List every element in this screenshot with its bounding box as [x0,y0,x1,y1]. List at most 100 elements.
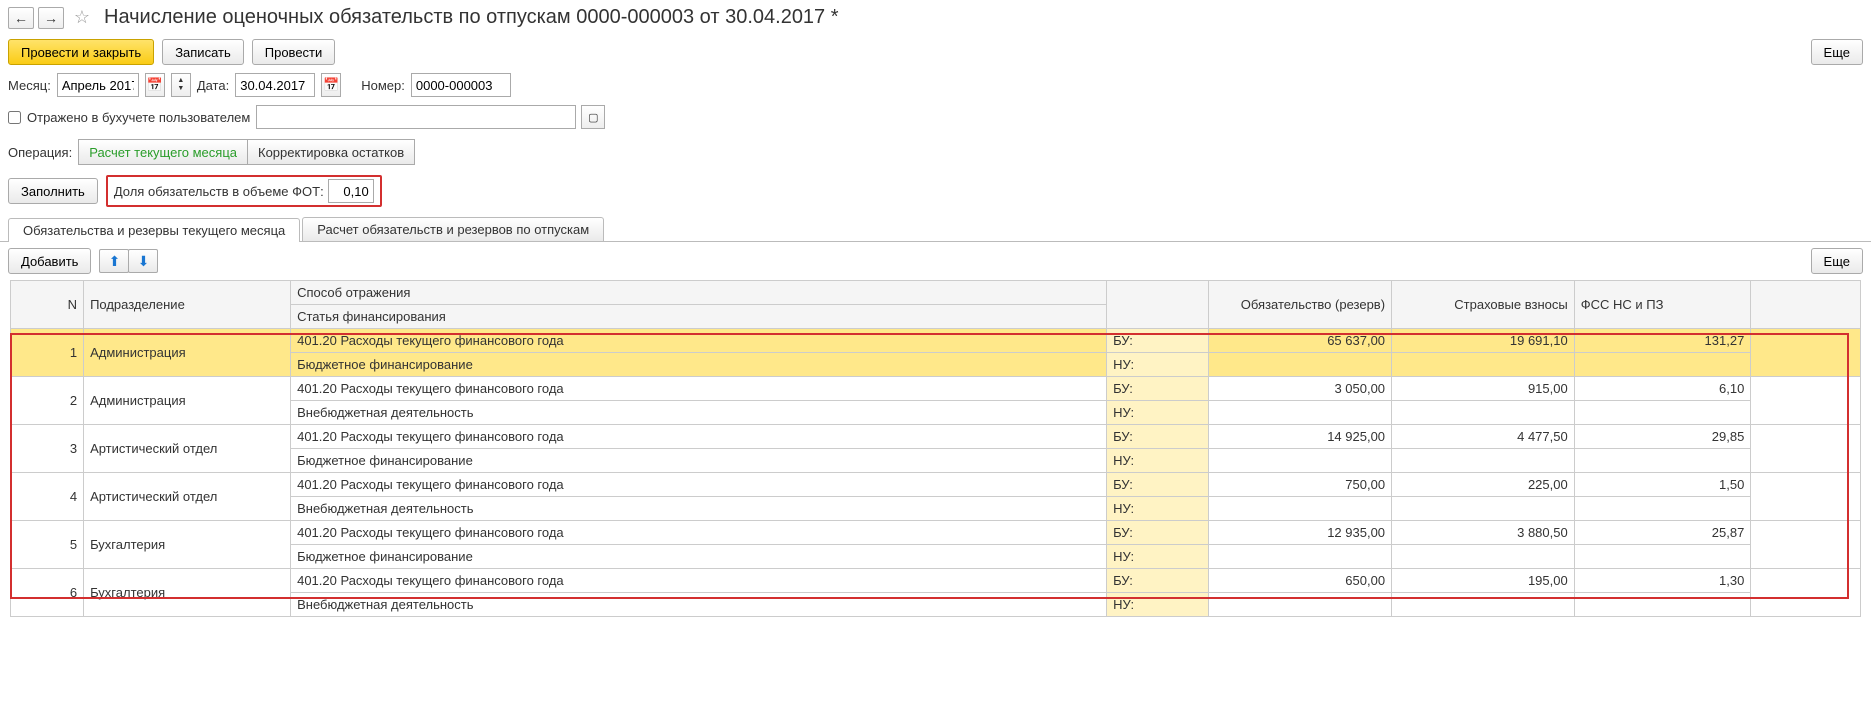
share-highlight: Доля обязательств в объеме ФОТ: [106,175,382,207]
cell-liab: 14 925,00 [1209,425,1392,449]
cell-dep: Администрация [84,329,291,377]
cell-n: 1 [11,329,84,377]
cell-ins-nu [1392,593,1575,617]
col-scroll [1751,281,1861,329]
add-button[interactable]: Добавить [8,248,91,274]
cell-bu: БУ: [1107,473,1209,497]
cell-fss: 29,85 [1574,425,1751,449]
cell-bu: БУ: [1107,329,1209,353]
reflected-checkbox[interactable] [8,111,21,124]
share-label: Доля обязательств в объеме ФОТ: [114,184,324,199]
cell-finance: Внебюджетная деятельность [291,401,1107,425]
cell-fss-nu [1574,353,1751,377]
cell-fss-nu [1574,593,1751,617]
move-up-button[interactable]: ⬆ [99,249,129,273]
page-title: Начисление оценочных обязательств по отп… [104,6,839,29]
month-input[interactable] [57,73,139,97]
open-link-icon[interactable]: ▢ [581,105,605,129]
tab-more-button[interactable]: Еще [1811,248,1863,274]
cell-fss: 131,27 [1574,329,1751,353]
cell-bu: БУ: [1107,425,1209,449]
table-row[interactable]: 3 Артистический отдел 401.20 Расходы тек… [11,425,1861,449]
cell-liab-nu [1209,545,1392,569]
cell-liab-nu [1209,353,1392,377]
cell-nu: НУ: [1107,353,1209,377]
col-fss: ФСС НС и ПЗ [1574,281,1751,329]
month-spinner[interactable]: ▲▼ [171,73,191,97]
col-method: Способ отражения [291,281,1107,305]
col-dep: Подразделение [84,281,291,329]
tab-current-liabilities[interactable]: Обязательства и резервы текущего месяца [8,218,300,242]
calendar-icon[interactable]: 📅 [145,73,165,97]
fill-button[interactable]: Заполнить [8,178,98,204]
op-correction-button[interactable]: Корректировка остатков [247,139,415,165]
cell-dep: Бухгалтерия [84,521,291,569]
cell-method: 401.20 Расходы текущего финансового года [291,329,1107,353]
cell-nu: НУ: [1107,401,1209,425]
cell-ins-nu [1392,497,1575,521]
cell-pad [1751,377,1861,425]
cell-finance: Бюджетное финансирование [291,449,1107,473]
cell-fss-nu [1574,497,1751,521]
cell-method: 401.20 Расходы текущего финансового года [291,569,1107,593]
cell-fss-nu [1574,449,1751,473]
cell-liab: 65 637,00 [1209,329,1392,353]
cell-finance: Внебюджетная деятельность [291,593,1107,617]
cell-fss: 1,50 [1574,473,1751,497]
tab-calculation[interactable]: Расчет обязательств и резервов по отпуск… [302,217,604,241]
cell-nu: НУ: [1107,497,1209,521]
cell-ins: 3 880,50 [1392,521,1575,545]
cell-liab-nu [1209,449,1392,473]
save-button[interactable]: Записать [162,39,244,65]
date-calendar-icon[interactable]: 📅 [321,73,341,97]
cell-ins: 915,00 [1392,377,1575,401]
table-row[interactable]: 1 Администрация 401.20 Расходы текущего … [11,329,1861,353]
cell-liab: 750,00 [1209,473,1392,497]
table-row[interactable]: 4 Артистический отдел 401.20 Расходы тек… [11,473,1861,497]
cell-method: 401.20 Расходы текущего финансового года [291,377,1107,401]
cell-method: 401.20 Расходы текущего финансового года [291,521,1107,545]
op-current-month-button[interactable]: Расчет текущего месяца [78,139,248,165]
cell-dep: Бухгалтерия [84,569,291,617]
col-liability: Обязательство (резерв) [1209,281,1392,329]
cell-method: 401.20 Расходы текущего финансового года [291,473,1107,497]
cell-fss: 25,87 [1574,521,1751,545]
share-input[interactable] [328,179,374,203]
move-down-button[interactable]: ⬇ [128,249,158,273]
month-label: Месяц: [8,78,51,93]
favorite-icon[interactable]: ☆ [70,7,94,29]
cell-ins-nu [1392,545,1575,569]
cell-n: 6 [11,569,84,617]
table-row[interactable]: 2 Администрация 401.20 Расходы текущего … [11,377,1861,401]
cell-liab: 3 050,00 [1209,377,1392,401]
cell-liab-nu [1209,593,1392,617]
post-button[interactable]: Провести [252,39,336,65]
cell-ins: 19 691,10 [1392,329,1575,353]
cell-liab: 650,00 [1209,569,1392,593]
table-row[interactable]: 6 Бухгалтерия 401.20 Расходы текущего фи… [11,569,1861,593]
cell-method: 401.20 Расходы текущего финансового года [291,425,1107,449]
number-input[interactable] [411,73,511,97]
cell-pad [1751,569,1861,617]
table-row[interactable]: 5 Бухгалтерия 401.20 Расходы текущего фи… [11,521,1861,545]
cell-finance: Бюджетное финансирование [291,545,1107,569]
post-close-button[interactable]: Провести и закрыть [8,39,154,65]
reflected-label: Отражено в бухучете пользователем [27,110,250,125]
cell-nu: НУ: [1107,449,1209,473]
cell-liab: 12 935,00 [1209,521,1392,545]
cell-ins-nu [1392,353,1575,377]
cell-bu: БУ: [1107,569,1209,593]
nav-back-button[interactable]: ← [8,7,34,29]
cell-dep: Артистический отдел [84,425,291,473]
cell-dep: Администрация [84,377,291,425]
cell-fss: 1,30 [1574,569,1751,593]
cell-n: 5 [11,521,84,569]
user-input[interactable] [256,105,576,129]
more-button[interactable]: Еще [1811,39,1863,65]
liabilities-table: N Подразделение Способ отражения Обязате… [10,280,1861,617]
cell-pad [1751,521,1861,569]
nav-forward-button[interactable]: → [38,7,64,29]
date-input[interactable] [235,73,315,97]
cell-ins: 195,00 [1392,569,1575,593]
cell-pad [1751,473,1861,521]
